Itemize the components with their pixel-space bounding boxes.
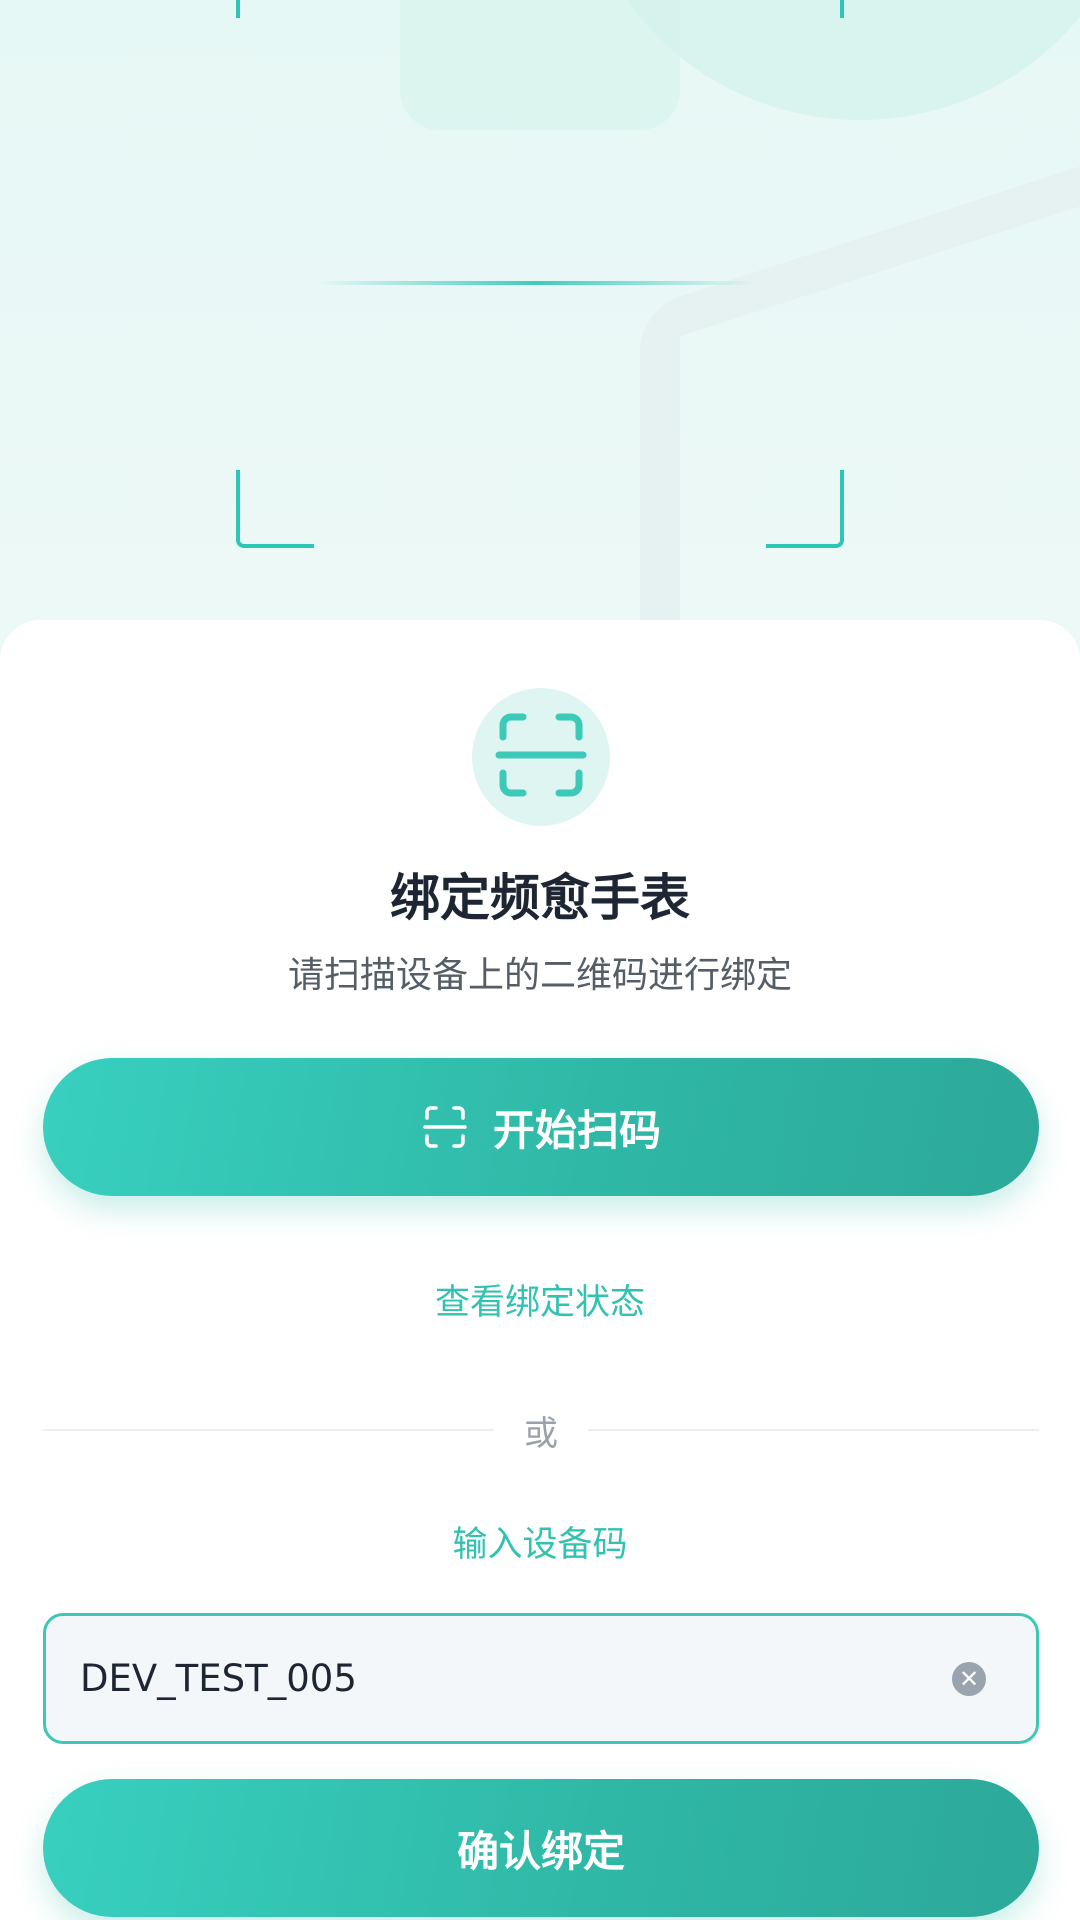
page-subtitle: 请扫描设备上的二维码进行绑定 xyxy=(287,955,792,996)
bottom-sheet: 绑定频愈手表 请扫描设备上的二维码进行绑定 开始扫码 查看绑定状态 或 输入设备… xyxy=(0,620,1080,1920)
divider-line-left xyxy=(43,1429,494,1431)
scan-corner-bottom-left xyxy=(236,470,314,548)
manual-input-row: 输入设备码 xyxy=(0,1516,1080,1567)
scan-viewport xyxy=(236,0,844,548)
scan-corner-bottom-right xyxy=(766,470,844,548)
clear-icon[interactable]: ✕ xyxy=(952,1661,986,1696)
start-scan-label: 开始扫码 xyxy=(492,1106,661,1154)
scan-frame-icon xyxy=(493,707,589,807)
header-icon-badge xyxy=(472,688,610,826)
scan-line xyxy=(316,281,756,285)
start-scan-button[interactable]: 开始扫码 xyxy=(43,1058,1039,1196)
page-title: 绑定频愈手表 xyxy=(390,869,690,927)
device-code-field-container: ✕ xyxy=(43,1613,1039,1744)
confirm-bind-label: 确认绑定 xyxy=(456,1827,625,1875)
manual-input-link[interactable]: 输入设备码 xyxy=(452,1525,627,1565)
view-binding-status-row: 查看绑定状态 xyxy=(0,1274,1080,1325)
confirm-bind-button[interactable]: 确认绑定 xyxy=(43,1779,1039,1917)
divider-line-right xyxy=(588,1429,1039,1431)
scan-corner-top-right xyxy=(766,0,844,18)
scan-frame-icon xyxy=(421,1103,469,1151)
device-code-input[interactable] xyxy=(80,1657,952,1700)
divider-text: 或 xyxy=(524,1413,558,1454)
bind-watch-screen: 绑定频愈手表 请扫描设备上的二维码进行绑定 开始扫码 查看绑定状态 或 输入设备… xyxy=(0,0,1080,1920)
view-binding-status-link[interactable]: 查看绑定状态 xyxy=(435,1283,645,1323)
or-divider: 或 xyxy=(43,1410,1039,1454)
scan-corner-top-left xyxy=(236,0,314,18)
